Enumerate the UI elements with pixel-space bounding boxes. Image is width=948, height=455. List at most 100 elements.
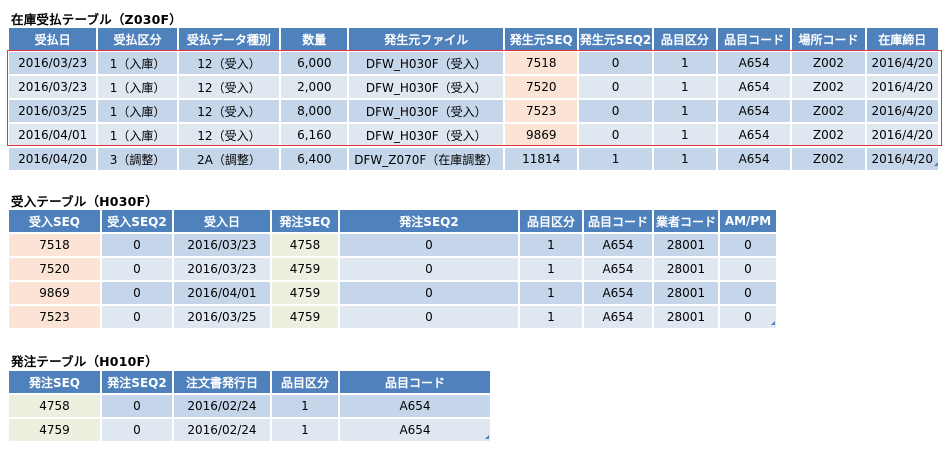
table-cell[interactable]: 2016/4/20 [865, 51, 941, 76]
table-cell[interactable]: 0 [101, 305, 174, 330]
table-cell[interactable]: 4759 [9, 418, 102, 443]
table-cell[interactable]: 0 [339, 257, 520, 282]
table-cell[interactable]: 0 [719, 305, 778, 330]
table-cell[interactable]: A654 [716, 123, 793, 148]
table-resize-handle[interactable] [771, 321, 775, 325]
table-cell[interactable]: 0 [101, 257, 174, 282]
table-cell[interactable]: 0 [339, 233, 520, 258]
table-cell[interactable]: 0 [719, 281, 778, 306]
table-cell[interactable]: A654 [339, 418, 492, 443]
table-cell[interactable]: 1 [519, 281, 584, 306]
table-cell[interactable]: 1 [271, 418, 340, 443]
table-cell[interactable]: 8,000 [280, 99, 350, 124]
table-cell[interactable]: 12（受入） [177, 123, 282, 148]
table-cell[interactable]: 1（入庫） [97, 99, 179, 124]
table-cell[interactable]: 2016/4/20 [865, 75, 941, 100]
table-cell[interactable]: 2016/4/20 [865, 123, 941, 148]
table-cell[interactable]: 7520 [504, 75, 580, 100]
table-cell[interactable]: A654 [716, 75, 793, 100]
table-cell[interactable]: 0 [578, 123, 654, 148]
table-cell[interactable]: 7523 [504, 99, 580, 124]
table-cell[interactable]: 9869 [504, 123, 580, 148]
table-cell[interactable]: Z002 [791, 147, 867, 172]
table-cell[interactable]: 2016/02/24 [173, 394, 272, 419]
table-cell[interactable]: 7523 [9, 305, 102, 330]
table-cell[interactable]: 1（入庫） [97, 123, 179, 148]
table-cell[interactable]: 1 [652, 75, 718, 100]
table-cell[interactable]: 1 [652, 51, 718, 76]
table-cell[interactable]: 6,000 [280, 51, 350, 76]
table-cell[interactable]: 2016/03/23 [173, 233, 272, 258]
table-cell[interactable]: 2,000 [280, 75, 350, 100]
table-cell[interactable]: 12（受入） [177, 75, 282, 100]
table-resize-handle[interactable] [485, 435, 489, 439]
table-cell[interactable]: DFW_H030F（受入） [348, 75, 506, 100]
table-cell[interactable]: DFW_H030F（受入） [348, 99, 506, 124]
table-cell[interactable]: A654 [716, 147, 793, 172]
table-cell[interactable]: 0 [719, 233, 778, 258]
table-cell[interactable]: 0 [578, 99, 654, 124]
table-cell[interactable]: 0 [101, 418, 174, 443]
table-cell[interactable]: 1 [519, 257, 584, 282]
table-cell[interactable]: 4759 [271, 281, 340, 306]
table-cell[interactable]: 2016/04/01 [9, 123, 99, 148]
table-cell[interactable]: 2016/4/20 [865, 147, 941, 172]
table-cell[interactable]: 1 [519, 233, 584, 258]
table-cell[interactable]: DFW_H030F（受入） [348, 123, 506, 148]
table-cell[interactable]: 1 [519, 305, 584, 330]
table-cell[interactable]: 28001 [653, 281, 720, 306]
table-cell[interactable]: 4758 [271, 233, 340, 258]
table-cell[interactable]: 7518 [9, 233, 102, 258]
table-cell[interactable]: Z002 [791, 75, 867, 100]
table-cell[interactable]: 1 [271, 394, 340, 419]
table-cell[interactable]: A654 [583, 257, 654, 282]
table-cell[interactable]: 1（入庫） [97, 75, 179, 100]
table-cell[interactable]: 7520 [9, 257, 102, 282]
table-cell[interactable]: 1（入庫） [97, 51, 179, 76]
table-cell[interactable]: 2016/04/01 [173, 281, 272, 306]
table-cell[interactable]: 4759 [271, 305, 340, 330]
table-cell[interactable]: 2016/03/23 [9, 51, 99, 76]
table-cell[interactable]: 0 [101, 281, 174, 306]
table-cell[interactable]: Z002 [791, 123, 867, 148]
table-cell[interactable]: 12（受入） [177, 51, 282, 76]
table-cell[interactable]: 2016/04/20 [9, 147, 99, 172]
table-cell[interactable]: 12（受入） [177, 99, 282, 124]
table-cell[interactable]: A654 [583, 281, 654, 306]
table-cell[interactable]: 1 [652, 99, 718, 124]
table-cell[interactable]: A654 [716, 51, 793, 76]
table-cell[interactable]: 28001 [653, 233, 720, 258]
table-cell[interactable]: 28001 [653, 257, 720, 282]
table-cell[interactable]: 2016/03/23 [173, 257, 272, 282]
table-cell[interactable]: 2A（調整） [177, 147, 282, 172]
table-cell[interactable]: 0 [578, 51, 654, 76]
table-cell[interactable]: 2016/03/25 [173, 305, 272, 330]
table-cell[interactable]: 6,400 [280, 147, 350, 172]
table-cell[interactable]: 1 [578, 147, 654, 172]
table-cell[interactable]: 1 [652, 123, 718, 148]
table-cell[interactable]: 0 [101, 233, 174, 258]
table-cell[interactable]: 2016/03/23 [9, 75, 99, 100]
table-cell[interactable]: 3（調整） [97, 147, 179, 172]
table-cell[interactable]: A654 [583, 233, 654, 258]
table-cell[interactable]: A654 [339, 394, 492, 419]
table-cell[interactable]: 9869 [9, 281, 102, 306]
table-cell[interactable]: 2016/4/20 [865, 99, 941, 124]
table-resize-handle[interactable] [934, 162, 938, 166]
table-cell[interactable]: 28001 [653, 305, 720, 330]
table-cell[interactable]: DFW_H030F（受入） [348, 51, 506, 76]
table-cell[interactable]: 7518 [504, 51, 580, 76]
table-cell[interactable]: DFW_Z070F（在庫調整） [348, 147, 506, 172]
table-cell[interactable]: 0 [719, 257, 778, 282]
table-cell[interactable]: 0 [339, 305, 520, 330]
table-cell[interactable]: 0 [101, 394, 174, 419]
table-cell[interactable]: A654 [583, 305, 654, 330]
table-cell[interactable]: 4758 [9, 394, 102, 419]
table-cell[interactable]: 6,160 [280, 123, 350, 148]
table-cell[interactable]: 0 [339, 281, 520, 306]
table-cell[interactable]: Z002 [791, 99, 867, 124]
table-cell[interactable]: 0 [578, 75, 654, 100]
table-cell[interactable]: A654 [716, 99, 793, 124]
table-cell[interactable]: Z002 [791, 51, 867, 76]
table-cell[interactable]: 2016/03/25 [9, 99, 99, 124]
